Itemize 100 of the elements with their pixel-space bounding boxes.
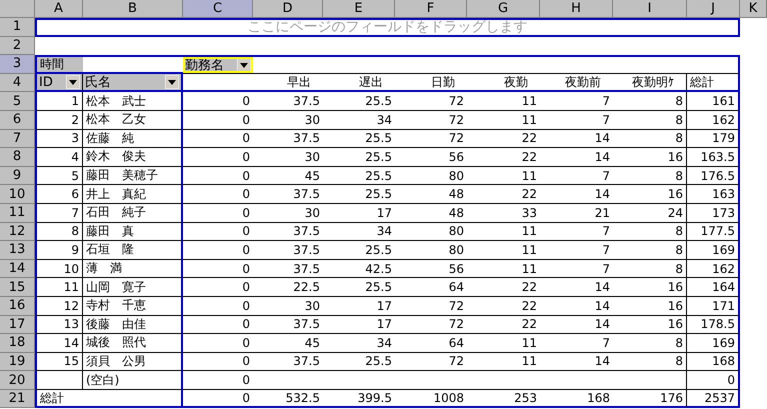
field-button[interactable]: ID <box>37 74 82 90</box>
dropdown-icon[interactable] <box>165 75 179 90</box>
row-header[interactable]: 3 <box>0 55 35 74</box>
table-cell: 24 <box>613 204 687 223</box>
table-cell: 0 <box>183 278 253 297</box>
table-cell: 11 <box>467 222 540 242</box>
row-header[interactable]: 6 <box>0 110 35 130</box>
column-header[interactable]: E <box>323 0 395 18</box>
column-header[interactable]: A <box>35 0 83 18</box>
row-header[interactable]: 10 <box>0 185 35 204</box>
table-cell: 25.5 <box>323 241 395 260</box>
row-header[interactable]: 14 <box>0 260 35 278</box>
row-header[interactable]: 13 <box>0 241 35 260</box>
table-cell: 7 <box>35 204 83 223</box>
table-cell: 21 <box>540 204 613 223</box>
empty-cell <box>687 55 740 74</box>
column-header[interactable]: F <box>395 0 467 18</box>
table-cell: 藤田 真 <box>83 222 183 242</box>
table-cell: 城後 照代 <box>83 334 183 353</box>
table-cell: 松本 武士 <box>83 92 183 111</box>
table-cell: 0 <box>183 185 253 204</box>
dropdown-icon[interactable] <box>66 75 80 90</box>
table-cell: 178.5 <box>687 316 740 334</box>
row-header[interactable]: 1 <box>0 18 35 37</box>
table-cell: 6 <box>35 185 83 204</box>
row-header[interactable]: 21 <box>0 390 35 408</box>
table-cell: 22 <box>467 296 540 316</box>
table-cell: 0 <box>687 371 740 390</box>
table-cell: 48 <box>395 185 467 204</box>
field-button[interactable]: 勤務名 <box>183 57 253 73</box>
table-cell: 22 <box>467 185 540 204</box>
column-header[interactable]: I <box>613 0 687 18</box>
row-header[interactable]: 18 <box>0 334 35 353</box>
column-header[interactable]: G <box>467 0 540 18</box>
table-cell: 72 <box>395 92 467 111</box>
column-header[interactable]: K <box>740 0 767 18</box>
column-header[interactable]: B <box>83 0 183 18</box>
table-cell: 8 <box>613 92 687 111</box>
row-header[interactable]: 8 <box>0 148 35 167</box>
table-cell: 168 <box>540 390 613 408</box>
column-header[interactable]: J <box>687 0 740 18</box>
table-cell: 72 <box>395 296 467 316</box>
row-header[interactable]: 4 <box>0 74 35 92</box>
table-cell: 72 <box>395 110 467 130</box>
row-header[interactable]: 11 <box>0 204 35 223</box>
table-cell: 14 <box>35 334 83 353</box>
table-cell: 25.5 <box>323 92 395 111</box>
table-cell: 17 <box>323 316 395 334</box>
table-cell: 72 <box>395 316 467 334</box>
table-cell: 16 <box>613 316 687 334</box>
row-header[interactable]: 7 <box>0 130 35 148</box>
table-cell: 11 <box>467 334 540 353</box>
table-cell: 16 <box>613 278 687 297</box>
table-cell: 11 <box>467 260 540 278</box>
row-header[interactable]: 16 <box>0 296 35 316</box>
table-cell: 16 <box>613 185 687 204</box>
column-header[interactable]: D <box>253 0 323 18</box>
table-cell: 56 <box>395 260 467 278</box>
column-header[interactable]: C <box>183 0 253 18</box>
table-cell: 11 <box>467 166 540 186</box>
dropdown-icon[interactable] <box>237 58 251 72</box>
table-cell: 0 <box>183 110 253 130</box>
row-header[interactable]: 9 <box>0 166 35 186</box>
table-cell: 総計 <box>35 390 183 408</box>
table-cell: 399.5 <box>323 390 395 408</box>
table-cell: 0 <box>183 371 253 390</box>
row-header[interactable]: 12 <box>0 222 35 242</box>
table-cell: 30 <box>253 148 323 167</box>
table-cell: 45 <box>253 334 323 353</box>
row-header[interactable]: 17 <box>0 316 35 334</box>
table-cell: 8 <box>613 110 687 130</box>
table-cell: 14 <box>540 148 613 167</box>
table-cell: 7 <box>540 92 613 111</box>
table-cell: 3 <box>35 130 83 148</box>
table-cell: 22 <box>467 316 540 334</box>
table-cell: 井上 真紀 <box>83 185 183 204</box>
table-cell: 11 <box>35 278 83 297</box>
field-button[interactable]: 氏名 <box>83 74 181 90</box>
table-cell: 須貝 公男 <box>83 352 183 372</box>
table-cell: 22.5 <box>253 278 323 297</box>
table-cell: 56 <box>395 148 467 167</box>
table-cell: 163 <box>687 185 740 204</box>
row-header[interactable]: 2 <box>0 36 35 56</box>
table-cell: 162 <box>687 260 740 278</box>
table-cell: 12 <box>35 296 83 316</box>
table-cell: 11 <box>467 110 540 130</box>
table-cell: 37.5 <box>253 260 323 278</box>
table-cell: 0 <box>183 390 253 408</box>
row-header[interactable]: 20 <box>0 371 35 390</box>
table-cell: 42.5 <box>323 260 395 278</box>
row-header[interactable]: 5 <box>0 92 35 111</box>
table-cell: 37.5 <box>253 185 323 204</box>
table-cell: 176.5 <box>687 166 740 186</box>
row-header[interactable]: 19 <box>0 352 35 372</box>
table-cell: 8 <box>613 166 687 186</box>
table-cell: 25.5 <box>323 130 395 148</box>
table-cell: 48 <box>395 204 467 223</box>
table-cell: 1 <box>35 92 83 111</box>
column-header[interactable]: H <box>540 0 613 18</box>
row-header[interactable]: 15 <box>0 278 35 297</box>
